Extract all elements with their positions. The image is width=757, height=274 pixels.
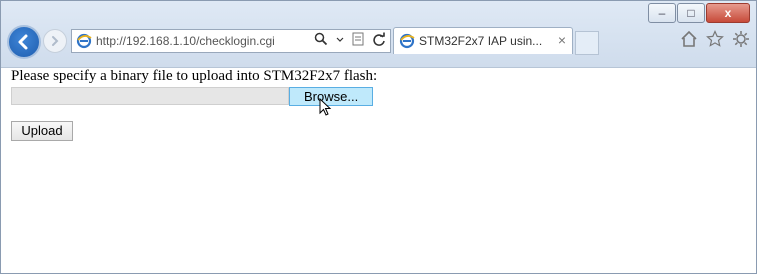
- new-tab-button[interactable]: [575, 31, 599, 55]
- search-icon[interactable]: [314, 32, 328, 46]
- page-content: Please specify a binary file to upload i…: [1, 68, 756, 273]
- back-button[interactable]: [7, 25, 41, 59]
- address-tools: [314, 32, 386, 46]
- address-url[interactable]: http://192.168.1.10/checklogin.cgi: [96, 34, 275, 48]
- mouse-cursor-icon: [319, 98, 332, 116]
- gear-icon[interactable]: [732, 30, 750, 48]
- home-icon[interactable]: [680, 30, 698, 48]
- tab-title: STM32F2x7 IAP usin...: [419, 34, 543, 48]
- refresh-icon[interactable]: [372, 32, 386, 46]
- browser-window: – □ x http://192.168.1.10/checklogin.cgi: [0, 0, 757, 274]
- browser-chrome: – □ x http://192.168.1.10/checklogin.cgi: [1, 1, 756, 68]
- minimize-button[interactable]: –: [648, 3, 676, 23]
- back-arrow-icon: [18, 34, 28, 50]
- close-button[interactable]: x: [706, 3, 750, 23]
- window-controls: – □ x: [647, 3, 750, 23]
- compatibility-view-icon[interactable]: [352, 32, 364, 46]
- internet-explorer-icon: [399, 33, 415, 49]
- tab-stm32-iap[interactable]: STM32F2x7 IAP usin... ×: [393, 27, 573, 54]
- chevron-down-icon[interactable]: [336, 35, 344, 43]
- star-icon[interactable]: [706, 30, 724, 48]
- upload-prompt: Please specify a binary file to upload i…: [11, 68, 378, 84]
- upload-button[interactable]: Upload: [11, 121, 73, 141]
- tab-close-icon[interactable]: ×: [558, 32, 566, 48]
- file-path-field[interactable]: [11, 87, 290, 105]
- internet-explorer-icon: [76, 33, 92, 49]
- maximize-button[interactable]: □: [677, 3, 705, 23]
- address-bar[interactable]: http://192.168.1.10/checklogin.cgi: [71, 29, 391, 53]
- forward-button[interactable]: [43, 29, 67, 53]
- toolbar-icons: [680, 30, 750, 48]
- forward-arrow-icon: [52, 36, 59, 46]
